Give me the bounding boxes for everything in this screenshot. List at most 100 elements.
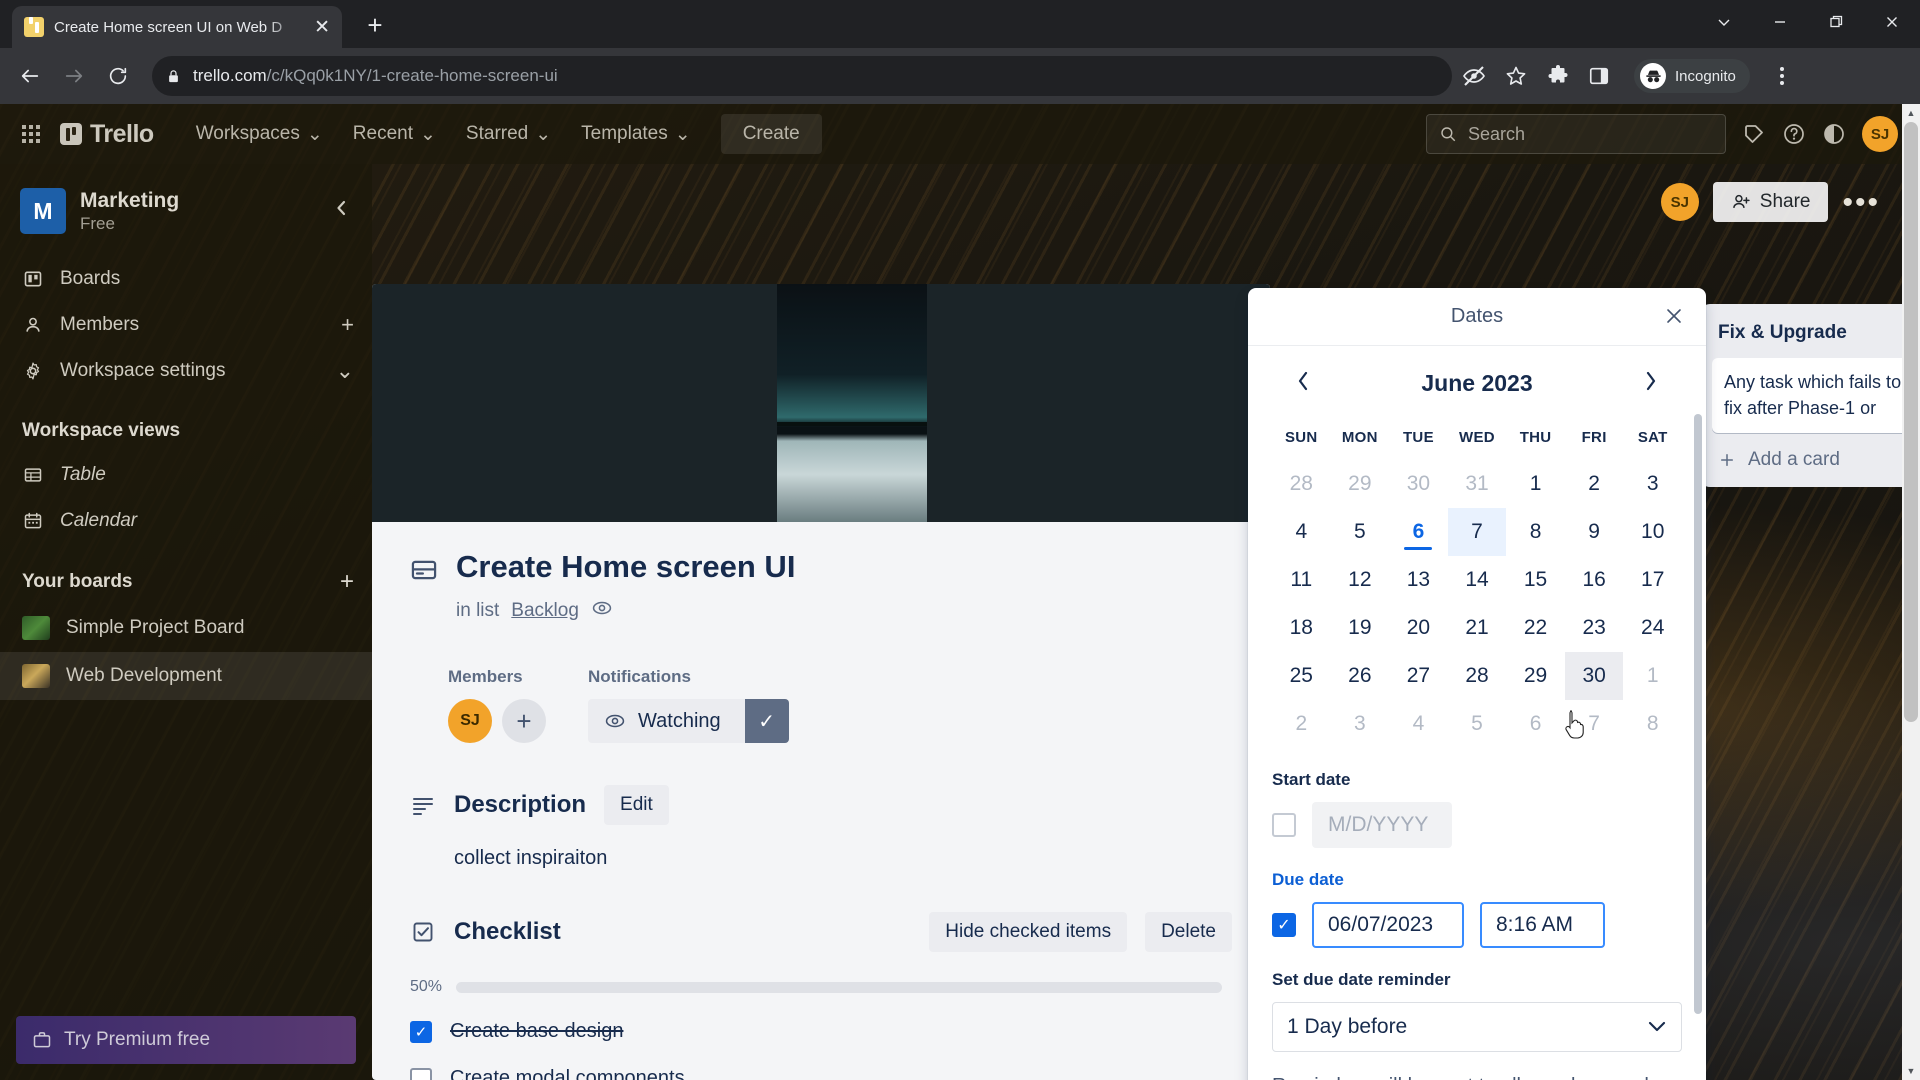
calendar-day-6[interactable]: 6 [1506, 700, 1565, 748]
calendar-day-23[interactable]: 23 [1565, 604, 1624, 652]
nav-item-starred[interactable]: Starred ⌄ [454, 115, 563, 154]
notifications-bell-icon[interactable] [1742, 122, 1766, 146]
card-title[interactable]: Create Home screen UI [456, 548, 795, 585]
calendar-day-6[interactable]: 6 [1389, 508, 1448, 556]
calendar-day-2[interactable]: 2 [1272, 700, 1331, 748]
scroll-up-arrow-icon[interactable]: ▲ [1902, 104, 1920, 122]
sidebar-item-members[interactable]: Members + [0, 302, 372, 348]
app-switcher-grid-icon[interactable] [22, 125, 40, 143]
prev-month-icon[interactable] [1286, 368, 1320, 399]
calendar-day-10[interactable]: 10 [1623, 508, 1682, 556]
add-card-button[interactable]: Add a card [1712, 433, 1920, 477]
calendar-day-19[interactable]: 19 [1331, 604, 1390, 652]
add-member-icon[interactable]: + [341, 314, 354, 336]
calendar-day-21[interactable]: 21 [1448, 604, 1507, 652]
tab-search-chevron-down-icon[interactable] [1696, 0, 1752, 44]
calendar-day-28[interactable]: 28 [1272, 460, 1331, 508]
board-more-menu-icon[interactable]: ••• [1842, 187, 1880, 217]
new-tab-button[interactable]: + [358, 8, 392, 42]
calendar-day-25[interactable]: 25 [1272, 652, 1331, 700]
calendar-day-31[interactable]: 31 [1448, 460, 1507, 508]
calendar-day-1[interactable]: 1 [1506, 460, 1565, 508]
nav-item-workspaces[interactable]: Workspaces ⌄ [184, 115, 335, 154]
checkbox-checked-icon[interactable]: ✓ [410, 1020, 432, 1043]
sidebar-item-boards[interactable]: Boards [0, 256, 372, 302]
eye-slash-icon[interactable] [1462, 64, 1486, 88]
window-close-icon[interactable] [1864, 0, 1920, 44]
page-scrollbar-thumb[interactable] [1904, 122, 1918, 722]
browser-tab[interactable]: Create Home screen UI on Web D ✕ [12, 6, 342, 48]
calendar-day-4[interactable]: 4 [1272, 508, 1331, 556]
minimize-icon[interactable] [1752, 0, 1808, 44]
scroll-down-arrow-icon[interactable]: ▼ [1902, 1062, 1920, 1080]
calendar-day-18[interactable]: 18 [1272, 604, 1331, 652]
tab-close-icon[interactable]: ✕ [314, 18, 330, 37]
calendar-day-5[interactable]: 5 [1448, 700, 1507, 748]
sidebar-item-workspace-settings[interactable]: Workspace settings ⌄ [0, 348, 372, 394]
forward-arrow-icon[interactable] [54, 56, 94, 96]
board-member-avatar[interactable]: SJ [1660, 183, 1699, 221]
address-bar[interactable]: trello.com/c/kQq0k1NY/1-create-home-scre… [152, 56, 1452, 96]
calendar-day-17[interactable]: 17 [1623, 556, 1682, 604]
profile-incognito-chip[interactable]: Incognito [1634, 59, 1750, 93]
due-date-checkbox[interactable]: ✓ [1272, 913, 1296, 937]
reload-icon[interactable] [98, 56, 138, 96]
back-arrow-icon[interactable] [10, 56, 50, 96]
sidebar-item-table[interactable]: Table [0, 452, 372, 498]
nav-item-templates[interactable]: Templates ⌄ [569, 115, 703, 154]
calendar-day-9[interactable]: 9 [1565, 508, 1624, 556]
calendar-day-29[interactable]: 29 [1331, 460, 1390, 508]
calendar-day-3[interactable]: 3 [1623, 460, 1682, 508]
create-button[interactable]: Create [720, 114, 822, 154]
calendar-day-3[interactable]: 3 [1331, 700, 1390, 748]
page-scrollbar[interactable]: ▲ ▼ [1902, 104, 1920, 1080]
add-board-icon[interactable]: + [340, 570, 354, 594]
calendar-day-7[interactable]: 7 [1447, 508, 1507, 556]
close-icon[interactable] [1656, 298, 1692, 334]
calendar-day-20[interactable]: 20 [1389, 604, 1448, 652]
description-edit-button[interactable]: Edit [604, 785, 669, 826]
sidebar-item-calendar[interactable]: Calendar [0, 498, 372, 544]
scrollbar-thumb[interactable] [1694, 414, 1702, 1014]
help-icon[interactable] [1782, 122, 1806, 146]
calendar-day-13[interactable]: 13 [1389, 556, 1448, 604]
nav-item-recent[interactable]: Recent ⌄ [341, 115, 448, 154]
calendar-day-12[interactable]: 12 [1331, 556, 1390, 604]
checklist-item[interactable]: ✓ Create base design [410, 1020, 1232, 1043]
dates-popup-scrollbar[interactable] [1694, 414, 1702, 1080]
description-text[interactable]: collect inspiraiton [410, 847, 1232, 870]
collapse-sidebar-icon[interactable] [334, 199, 354, 223]
theme-contrast-icon[interactable] [1822, 122, 1846, 146]
due-date-input[interactable]: 06/07/2023 [1312, 902, 1464, 948]
calendar-day-8[interactable]: 8 [1506, 508, 1565, 556]
workspace-header[interactable]: M Marketing Free [0, 164, 372, 256]
watching-toggle[interactable]: Watching ✓ [588, 699, 789, 744]
add-member-button[interactable]: + [502, 699, 546, 744]
calendar-day-8[interactable]: 8 [1623, 700, 1682, 748]
calendar-day-29[interactable]: 29 [1506, 652, 1565, 700]
star-icon[interactable] [1504, 64, 1528, 88]
trello-logo[interactable]: Trello [60, 120, 154, 149]
due-time-input[interactable]: 8:16 AM [1480, 902, 1605, 948]
calendar-day-4[interactable]: 4 [1389, 700, 1448, 748]
sidebar-item-web-development[interactable]: Web Development [0, 652, 372, 700]
puzzle-piece-icon[interactable] [1546, 64, 1570, 88]
calendar-day-24[interactable]: 24 [1623, 604, 1682, 652]
calendar-day-22[interactable]: 22 [1506, 604, 1565, 652]
start-date-input[interactable]: M/D/YYYY [1312, 802, 1452, 848]
card-cover[interactable] [372, 284, 1270, 522]
try-premium-free-button[interactable]: Try Premium free [16, 1016, 356, 1064]
delete-checklist-button[interactable]: Delete [1145, 912, 1232, 953]
share-button[interactable]: Share [1712, 182, 1829, 222]
calendar-day-28[interactable]: 28 [1448, 652, 1507, 700]
calendar-day-14[interactable]: 14 [1448, 556, 1507, 604]
checklist-item[interactable]: Create modal components [410, 1067, 1232, 1080]
next-month-icon[interactable] [1634, 368, 1668, 399]
calendar-day-1[interactable]: 1 [1623, 652, 1682, 700]
calendar-day-11[interactable]: 11 [1272, 556, 1331, 604]
chevron-down-icon[interactable]: ⌄ [336, 360, 354, 382]
calendar-day-26[interactable]: 26 [1331, 652, 1390, 700]
start-date-checkbox[interactable] [1272, 813, 1296, 837]
calendar-day-15[interactable]: 15 [1506, 556, 1565, 604]
member-avatar[interactable]: SJ [448, 699, 492, 744]
